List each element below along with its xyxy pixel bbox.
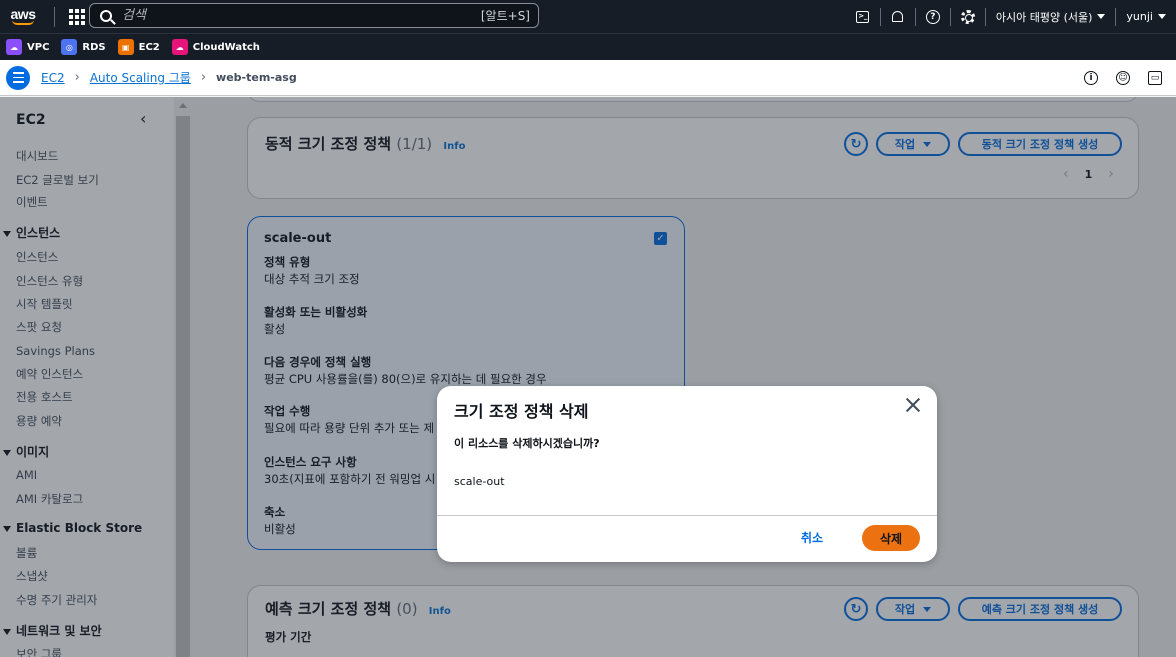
- caret-down-icon: [1097, 14, 1106, 19]
- favorite-label: VPC: [27, 41, 50, 53]
- navigation-menu-button[interactable]: [6, 65, 30, 90]
- aws-logo[interactable]: aws: [0, 0, 46, 33]
- divider: [54, 6, 55, 27]
- modal-backdrop: [192, 97, 1176, 657]
- modal-resource-name: scale-out: [454, 475, 505, 488]
- favorite-vpc[interactable]: ☁ VPC: [6, 39, 49, 55]
- search-box[interactable]: [알트+S]: [89, 3, 539, 28]
- breadcrumb-bar: EC2 › Auto Scaling 그룹 › web-tem-asg i ☺ …: [0, 60, 1176, 96]
- favorite-cloudwatch[interactable]: ☁ CloudWatch: [171, 39, 260, 55]
- cancel-button[interactable]: 취소: [801, 529, 823, 546]
- services-grid-icon[interactable]: [69, 8, 85, 25]
- modal-title: 크기 조정 정책 삭제: [454, 402, 589, 421]
- chevron-right-icon: ›: [200, 70, 207, 85]
- favorite-rds[interactable]: ◎ RDS: [61, 39, 106, 55]
- aws-logo-text: aws: [10, 6, 36, 22]
- divider: [437, 515, 937, 516]
- vpc-icon: ☁: [6, 39, 22, 55]
- favorite-ec2[interactable]: ▣ EC2: [117, 39, 160, 55]
- modal-question: 이 리소스를 삭제하시겠습니까?: [454, 437, 600, 450]
- delete-button[interactable]: 삭제: [862, 525, 920, 551]
- breadcrumb-current: web-tem-asg: [216, 71, 297, 84]
- modal-backdrop-sidebar: [0, 97, 192, 657]
- info-icon[interactable]: i: [1084, 71, 1098, 85]
- cloudwatch-icon: ☁: [171, 39, 188, 55]
- search-shortcut-hint: [알트+S]: [480, 9, 530, 23]
- caret-down-icon: [1158, 14, 1166, 19]
- top-right-icons: >_ ? 아시아 태평양 (서울) yunji: [846, 0, 1176, 33]
- breadcrumb-auto-scaling-groups[interactable]: Auto Scaling 그룹: [90, 69, 191, 86]
- user-name: yunji: [1126, 10, 1153, 23]
- top-navigation-bar: aws [알트+S] >_ ? 아시아 태평양 (서울) yunji: [0, 0, 1176, 33]
- region-label: 아시아 태평양 (서울): [995, 10, 1093, 24]
- cloudshell-icon: >_: [856, 10, 870, 23]
- favorite-label: CloudWatch: [192, 41, 260, 53]
- account-menu[interactable]: yunji: [1116, 10, 1176, 23]
- favorites-bar: ☁ VPC ◎ RDS ▣ EC2 ☁ CloudWatch: [0, 33, 1176, 60]
- feedback-icon[interactable]: ☺: [1116, 71, 1130, 85]
- utility-icons: i ☺ ▭: [1084, 60, 1162, 96]
- breadcrumb: EC2 › Auto Scaling 그룹 › web-tem-asg: [41, 69, 297, 86]
- chevron-right-icon: ›: [74, 70, 80, 85]
- delete-policy-modal: 크기 조정 정책 삭제 이 리소스를 삭제하시겠습니까? scale-out 취…: [437, 386, 937, 562]
- favorite-label: RDS: [82, 41, 106, 53]
- aws-smile-icon: [12, 20, 34, 25]
- search-input[interactable]: [122, 8, 462, 23]
- screen-icon[interactable]: ▭: [1148, 71, 1162, 85]
- bell-icon: [892, 11, 904, 22]
- favorite-label: EC2: [138, 41, 160, 53]
- breadcrumb-ec2[interactable]: EC2: [41, 71, 65, 85]
- cloudshell-button[interactable]: >_: [846, 0, 880, 33]
- ec2-icon: ▣: [117, 39, 134, 55]
- settings-button[interactable]: [951, 0, 985, 33]
- search-icon: [100, 9, 112, 22]
- region-selector[interactable]: 아시아 태평양 (서울): [986, 9, 1116, 25]
- close-icon[interactable]: [905, 397, 921, 413]
- gear-icon: [960, 9, 975, 24]
- help-button[interactable]: ?: [916, 0, 950, 33]
- notifications-button[interactable]: [881, 0, 915, 33]
- rds-icon: ◎: [61, 39, 78, 55]
- help-icon: ?: [925, 9, 940, 24]
